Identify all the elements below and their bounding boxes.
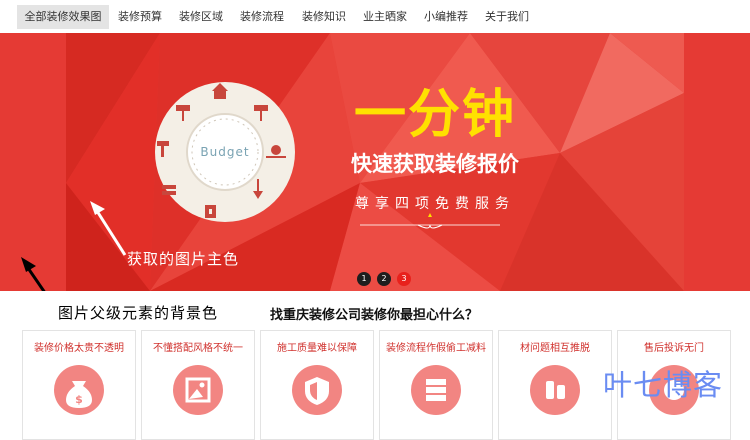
nav-item-owner-showcase[interactable]: 业主晒家 <box>359 5 411 29</box>
banner-headline: 一分钟 <box>353 85 516 145</box>
card-label: 不懂搭配风格不统一 <box>153 343 243 354</box>
watermark: 叶七博客 <box>603 368 724 402</box>
nav-item-all-gallery[interactable]: 全部装修效果图 <box>17 5 109 29</box>
dial-label: Budget <box>200 145 249 159</box>
server-icon <box>411 365 461 415</box>
top-nav: 全部装修效果图 装修预算 装修区域 装修流程 装修知识 业主晒家 小编推荐 关于… <box>0 0 750 34</box>
card-label: 施工质量难以保障 <box>277 343 357 354</box>
slide-dot-1[interactable]: 1 <box>357 272 371 286</box>
card-label: 装修价格太贵不透明 <box>34 343 124 354</box>
nav-item-about-us[interactable]: 关于我们 <box>481 5 533 29</box>
nav-item-knowledge[interactable]: 装修知识 <box>298 5 350 29</box>
annotation-main-color: 获取的图片主色 <box>127 250 240 268</box>
money-bag-icon: $ <box>54 365 104 415</box>
tools-icon <box>530 365 580 415</box>
annotation-parent-bg: 图片父级元素的背景色 <box>58 304 219 322</box>
banner-tagline: 尊享四项免费服务 <box>355 196 515 212</box>
slide-dot-2[interactable]: 2 <box>377 272 391 286</box>
nav-item-region[interactable]: 装修区域 <box>175 5 227 29</box>
concern-card-materials[interactable]: 材问题相互推脱 <box>498 330 612 440</box>
hero-banner[interactable]: Budget 一分钟 快速获取装修报价 尊享四项免费服务 获取的图片主色 <box>0 33 750 291</box>
svg-text:$: $ <box>75 393 83 406</box>
picture-icon <box>173 365 223 415</box>
banner-subhead: 快速获取装修报价 <box>351 152 519 176</box>
card-label: 装修流程作假偷工减料 <box>386 343 486 354</box>
card-label: 材问题相互推脱 <box>520 343 590 354</box>
nav-item-editor-picks[interactable]: 小编推荐 <box>420 5 472 29</box>
concern-card-price[interactable]: 装修价格太贵不透明 $ <box>22 330 136 440</box>
slide-dot-3[interactable]: 3 <box>397 272 411 286</box>
shield-icon <box>292 365 342 415</box>
concern-card-process[interactable]: 装修流程作假偷工减料 <box>379 330 493 440</box>
section-title: 找重庆装修公司装修你最担心什么？ <box>270 308 479 323</box>
fire-extinguisher-icon <box>205 205 216 218</box>
concern-card-style[interactable]: 不懂搭配风格不统一 <box>141 330 255 440</box>
concern-card-quality[interactable]: 施工质量难以保障 <box>260 330 374 440</box>
nav-item-budget[interactable]: 装修预算 <box>114 5 166 29</box>
card-label: 售后投诉无门 <box>644 343 704 354</box>
nav-item-process[interactable]: 装修流程 <box>236 5 288 29</box>
